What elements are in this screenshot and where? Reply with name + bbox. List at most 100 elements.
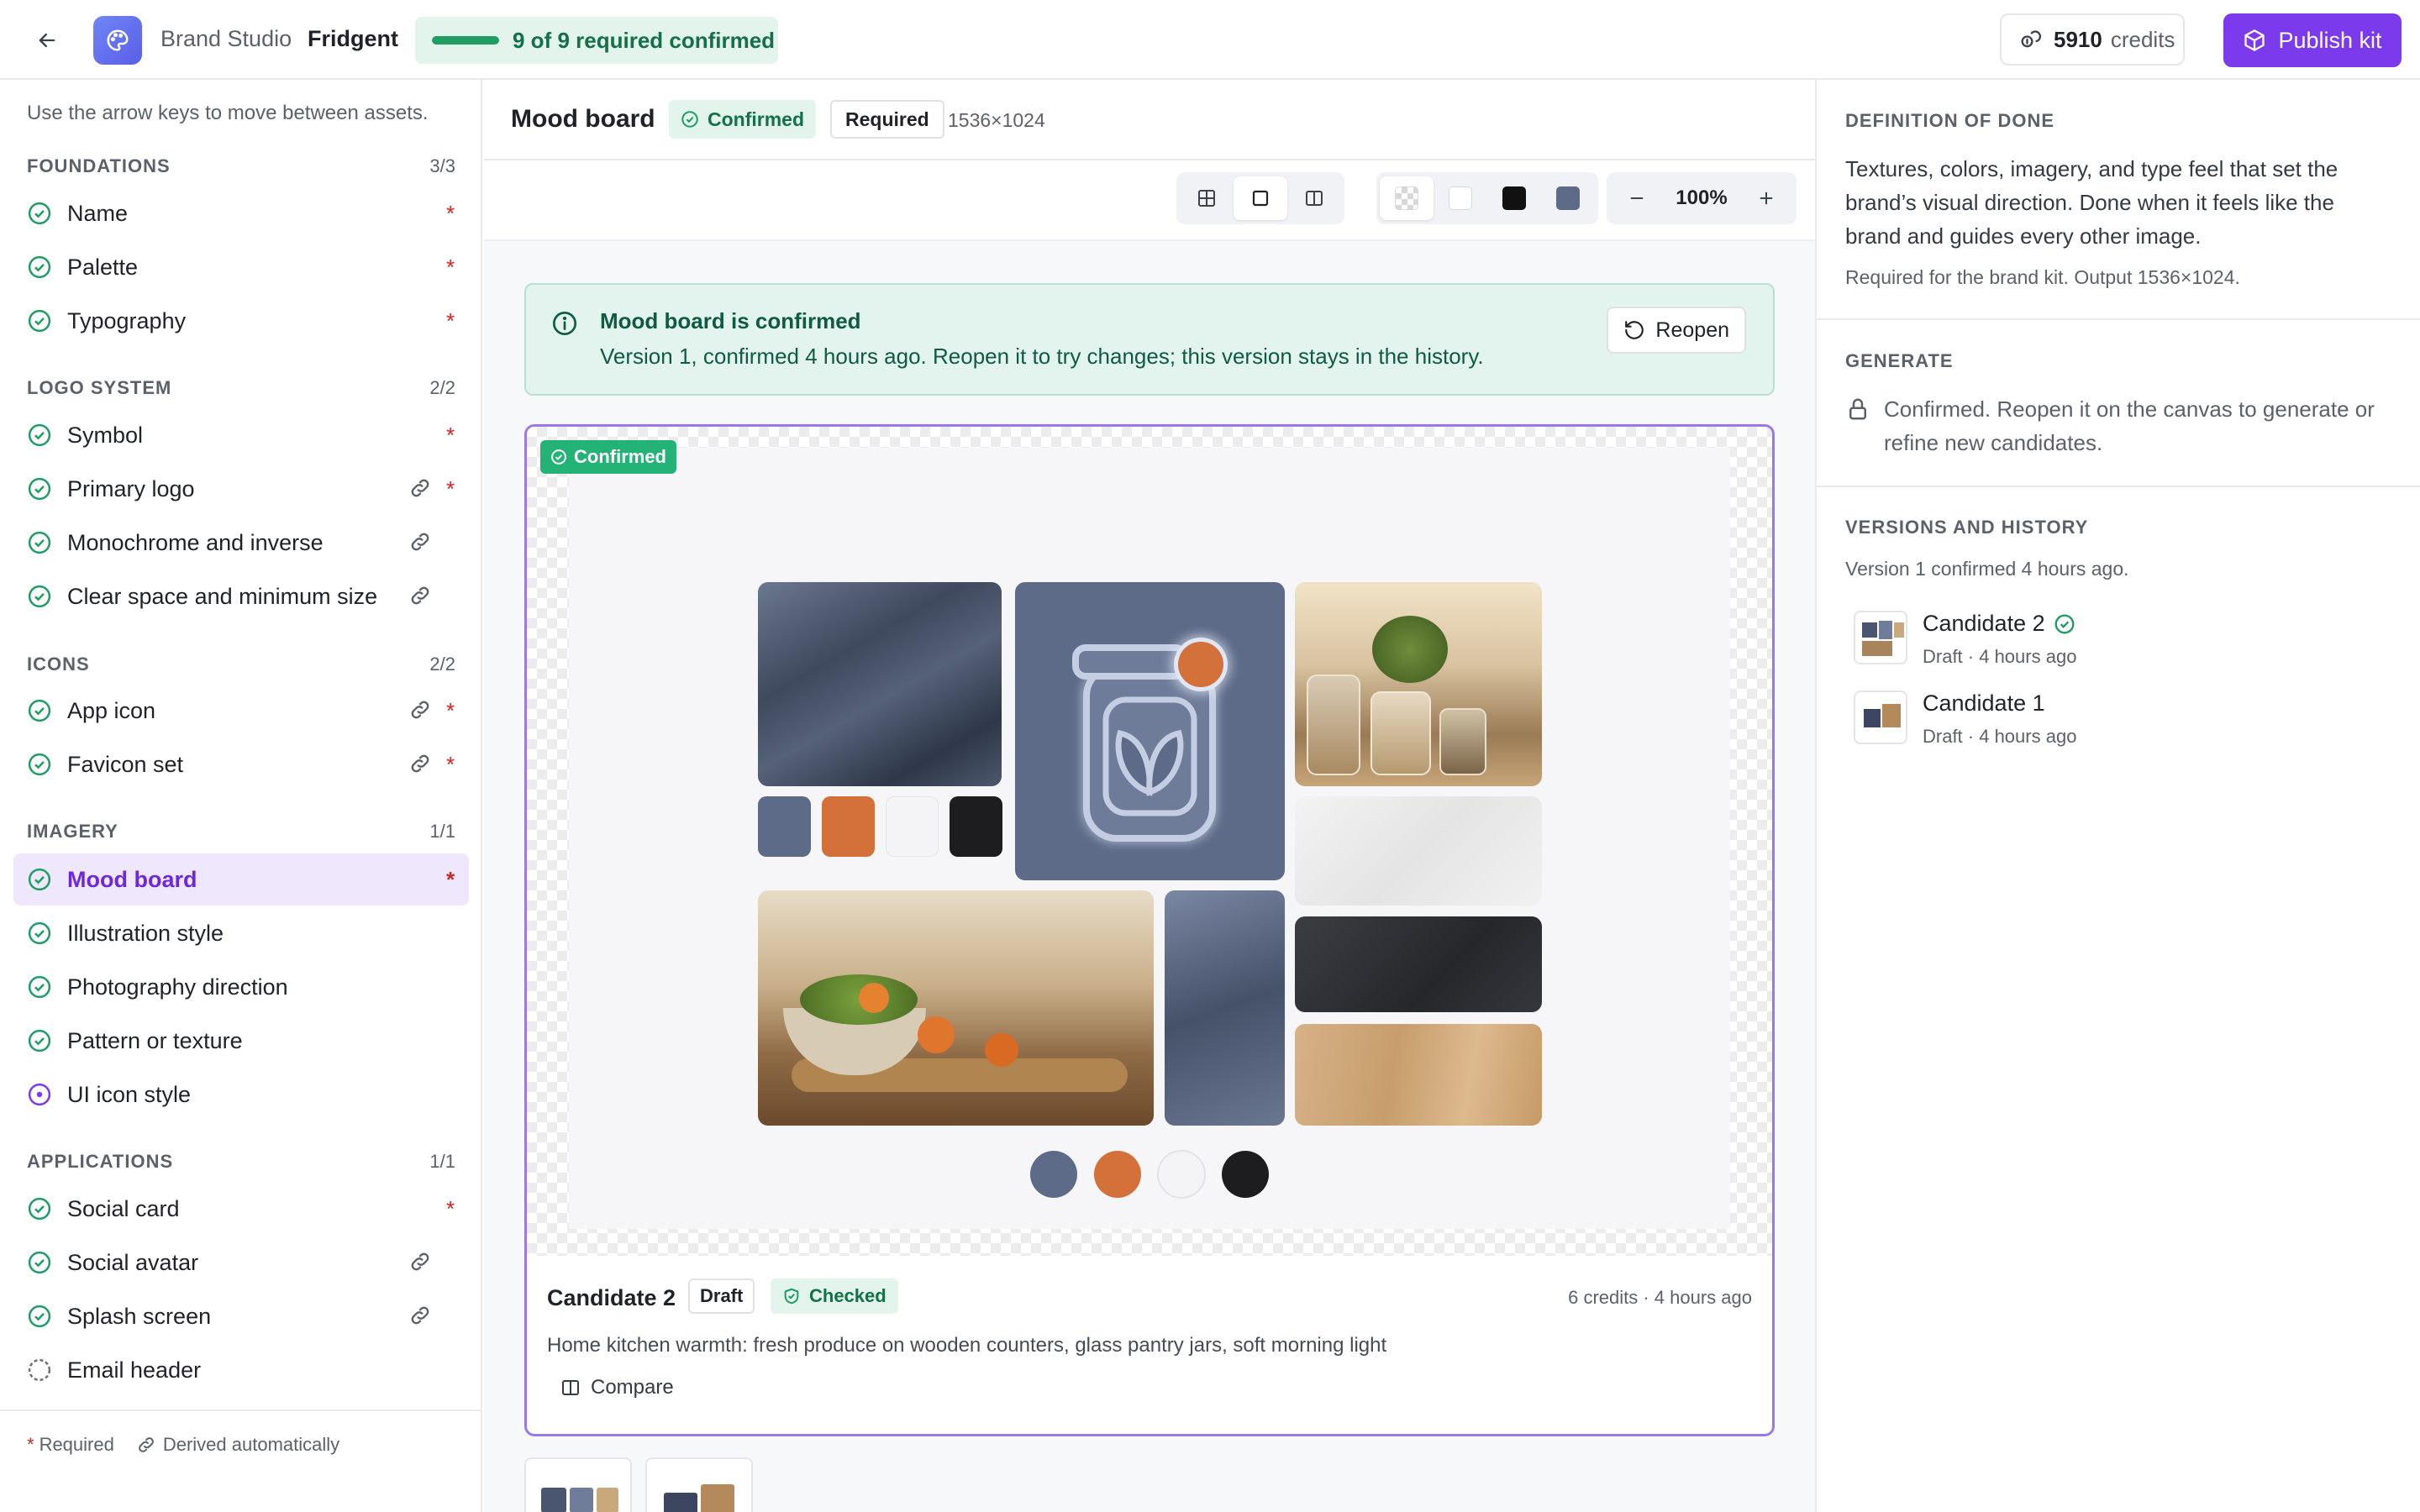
palette-swatch	[758, 796, 811, 857]
split-view-button[interactable]	[1287, 176, 1341, 220]
palette-swatch	[886, 796, 939, 857]
palette-dots	[1030, 1150, 1269, 1199]
dimensions-label: 1536×1024	[948, 109, 1045, 131]
versions-sub: Version 1 confirmed 4 hours ago.	[1845, 558, 2129, 580]
required-badge: Required	[830, 100, 944, 139]
sidebar-item-primary-logo[interactable]: Primary logo *	[13, 463, 469, 515]
section-title: APPLICATIONS	[27, 1151, 174, 1172]
section-count: 1/1	[429, 821, 455, 842]
sidebar-item-app-icon[interactable]: App icon *	[13, 685, 469, 737]
candidate-thumbnail[interactable]	[524, 1457, 632, 1512]
lock-icon	[1849, 398, 1866, 420]
version-name: Candidate 1	[1923, 690, 2045, 717]
single-view-button[interactable]	[1234, 176, 1287, 220]
thumb-tile	[597, 1488, 618, 1512]
check-circle-icon	[27, 584, 52, 609]
thumb-tile	[570, 1488, 593, 1512]
background-white-button[interactable]	[1434, 176, 1487, 220]
sidebar-item-label: Photography direction	[67, 974, 288, 1000]
zoom-in-button[interactable]	[1739, 176, 1793, 220]
checked-badge-label: Checked	[809, 1285, 886, 1306]
back-button[interactable]	[30, 24, 64, 57]
sidebar-item-illustration-style[interactable]: Illustration style	[13, 907, 469, 959]
required-marker: *	[445, 1195, 455, 1221]
compare-button[interactable]: Compare	[560, 1376, 674, 1399]
sidebar-item-mood-board[interactable]: Mood board *	[13, 853, 469, 906]
sidebar-item-label: Social card	[67, 1195, 180, 1221]
sidebar-item-name[interactable]: Name *	[13, 187, 469, 239]
item-markers: *	[408, 476, 455, 502]
mood-board-image[interactable]	[569, 448, 1730, 1229]
item-markers: *	[434, 1196, 455, 1222]
sidebar-item-label: UI icon style	[67, 1081, 192, 1107]
check-circle-icon	[27, 752, 52, 777]
check-circle-icon	[2054, 614, 2075, 633]
link-icon	[408, 1304, 434, 1329]
progress-fill	[432, 36, 499, 45]
sidebar-item-label: Monochrome and inverse	[67, 529, 324, 555]
section-title: IMAGERY	[27, 821, 118, 842]
sidebar-item-typography[interactable]: Typography *	[13, 295, 469, 347]
thumb-tile	[1862, 622, 1877, 638]
version-item[interactable]: Candidate 2 Draft · 4 hours ago	[1845, 611, 2349, 678]
sidebar-item-favicon-set[interactable]: Favicon set *	[13, 738, 469, 790]
reopen-button[interactable]: Reopen	[1607, 307, 1746, 354]
sidebar-item-social-avatar[interactable]: Social avatar	[13, 1236, 469, 1289]
candidate-card[interactable]: Confirmed Candidate 2 Draft Checked 6 cr…	[524, 424, 1775, 1436]
palette-dot	[1094, 1151, 1141, 1198]
thumb-tile	[1882, 704, 1901, 727]
sidebar-item-social-card[interactable]: Social card *	[13, 1183, 469, 1235]
wood-texture-tile	[1295, 1024, 1542, 1126]
grid-view-button[interactable]	[1180, 176, 1234, 220]
link-icon	[408, 752, 434, 777]
item-markers	[408, 584, 455, 609]
info-icon	[553, 312, 576, 335]
credits-display[interactable]: 5910 credits	[2000, 13, 2185, 66]
package-icon	[2244, 29, 2265, 51]
section-count: 1/1	[429, 1151, 455, 1172]
background-checker-button[interactable]	[1380, 176, 1434, 220]
palette-icon	[107, 29, 129, 51]
sidebar-item-monochrome-inverse[interactable]: Monochrome and inverse	[13, 517, 469, 569]
credits-label: credits	[2110, 26, 2175, 52]
sidebar-item-photography-direction[interactable]: Photography direction	[13, 961, 469, 1013]
version-name-label: Candidate 2	[1923, 611, 2045, 636]
check-circle-icon	[27, 530, 52, 555]
candidate-meta: 6 credits · 4 hours ago	[1568, 1287, 1752, 1308]
breadcrumb-studio[interactable]: Brand Studio	[160, 26, 292, 52]
background-black-button[interactable]	[1487, 176, 1541, 220]
candidate-thumbnail[interactable]	[645, 1457, 753, 1512]
link-icon	[408, 698, 434, 723]
sidebar-item-splash-screen[interactable]: Splash screen	[13, 1290, 469, 1342]
publish-kit-button[interactable]: Publish kit	[2223, 13, 2402, 67]
check-circle-icon	[27, 1304, 52, 1329]
palette-swatch	[950, 796, 1002, 857]
required-star: *	[27, 1434, 34, 1455]
orange	[985, 1033, 1018, 1067]
thumb-tile	[1862, 641, 1892, 656]
sidebar-item-pattern-texture[interactable]: Pattern or texture	[13, 1015, 469, 1067]
orange	[918, 1016, 955, 1053]
item-markers	[408, 530, 455, 555]
asset-header: Mood board Confirmed Required 1536×1024	[484, 80, 1815, 160]
sidebar-item-email-header[interactable]: Email header	[13, 1344, 469, 1396]
zoom-out-button[interactable]	[1610, 176, 1664, 220]
check-circle-icon	[27, 201, 52, 226]
sidebar-item-palette[interactable]: Palette *	[13, 241, 469, 293]
progress-bar	[432, 36, 499, 45]
check-circle-icon	[27, 255, 52, 280]
link-icon	[408, 584, 434, 609]
version-item[interactable]: Candidate 1 Draft · 4 hours ago	[1845, 690, 2349, 758]
keyboard-hint: Use the arrow keys to move between asset…	[27, 102, 429, 124]
item-markers: *	[434, 423, 455, 449]
grid-icon	[1198, 190, 1215, 207]
thumb-tile	[1879, 621, 1892, 639]
progress-label: 9 of 9 required confirmed	[513, 27, 776, 53]
reopen-label: Reopen	[1655, 318, 1729, 342]
check-circle-icon	[27, 698, 52, 723]
background-brand-button[interactable]	[1541, 176, 1595, 220]
divider	[1817, 486, 2420, 487]
sidebar-item-symbol[interactable]: Symbol *	[13, 409, 469, 461]
sidebar-item-ui-icon-style[interactable]: UI icon style	[13, 1068, 469, 1121]
sidebar-item-clear-space[interactable]: Clear space and minimum size	[13, 570, 469, 622]
